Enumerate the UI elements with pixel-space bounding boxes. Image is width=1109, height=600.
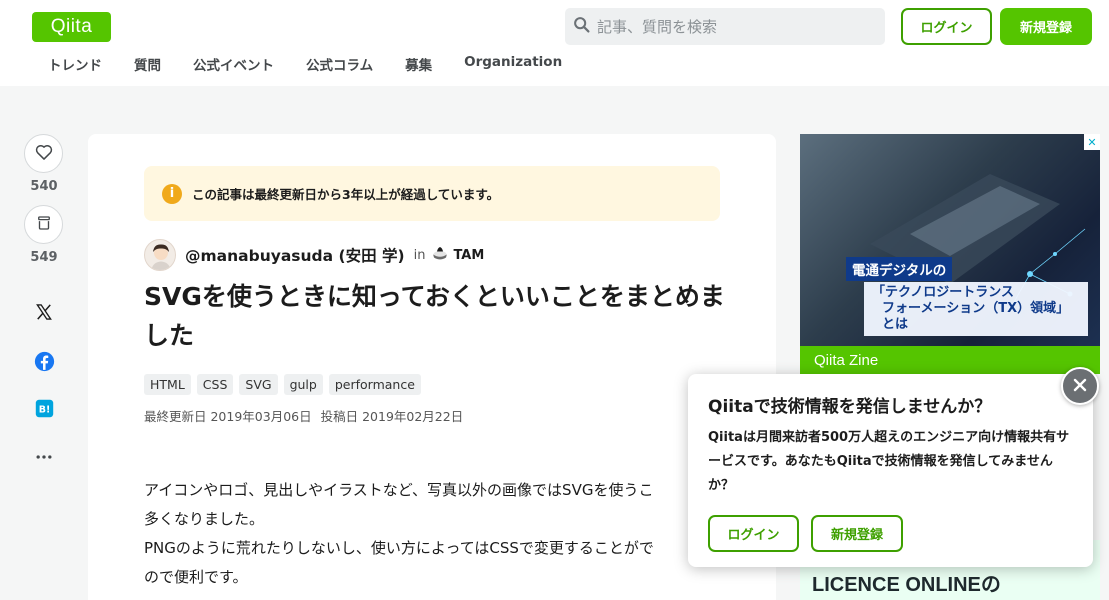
body-line: PNGのように荒れたりしないし、使い方によってはCSSで変更することがで <box>144 539 654 557</box>
ad-choices-icon[interactable]: ✕ <box>1084 134 1100 150</box>
nav-recruitment[interactable]: 募集 <box>405 54 432 78</box>
ad-subheadline: 「テクノロジートランス フォーメーション（TX）領域」とは <box>864 282 1088 336</box>
share-x-button[interactable] <box>24 302 64 326</box>
popup-login-button[interactable]: ログイン <box>708 515 799 552</box>
main-nav: トレンド 質問 公式イベント 公式コラム 募集 Organization <box>32 54 594 78</box>
stock-icon <box>35 214 53 236</box>
nav-official-events[interactable]: 公式イベント <box>193 54 274 78</box>
sidebar-ad[interactable]: ✕ 電通デジタルの 「テクノロジートランス フォーメーション（TX）領域」とは … <box>800 134 1100 374</box>
body-line: 多くなりました。 <box>144 510 265 528</box>
heart-icon <box>34 142 54 166</box>
body-line: アイコンやロゴ、見出しやイラストなど、写真以外の画像ではSVGを使うこ <box>144 481 654 499</box>
body-line: ので便利です。 <box>144 568 248 586</box>
stock-count: 549 <box>30 250 58 265</box>
author-name[interactable]: @manabuyasuda (安田 学) <box>185 244 405 266</box>
tag-css[interactable]: CSS <box>196 374 234 395</box>
site-header: Qiita ログイン 新規登録 トレンド 質問 公式イベント 公式コラム 募集 … <box>0 0 1109 86</box>
facebook-icon <box>34 351 55 376</box>
more-icon <box>34 447 54 471</box>
tag-svg[interactable]: SVG <box>239 374 278 395</box>
nav-organization[interactable]: Organization <box>464 54 562 78</box>
close-icon <box>1073 377 1087 396</box>
tag-performance[interactable]: performance <box>328 374 421 395</box>
article-body: アイコンやロゴ、見出しやイラストなど、写真以外の画像ではSVGを使うこ 多くなり… <box>144 476 692 592</box>
search-input[interactable] <box>597 17 867 36</box>
stock-button[interactable] <box>24 205 63 244</box>
article-title: SVGを使うときに知っておくといいことをまとめました <box>144 282 725 350</box>
popup-close-button[interactable] <box>1061 367 1099 405</box>
ad-subheadline-line: フォーメーション（TX）領域」とは <box>882 301 1070 332</box>
like-button[interactable] <box>24 134 63 173</box>
popup-signup-button[interactable]: 新規登録 <box>811 515 903 552</box>
organization-logo-icon[interactable] <box>431 244 449 266</box>
like-count: 540 <box>30 179 58 194</box>
organization-name[interactable]: TAM <box>453 248 484 263</box>
signup-popup: Qiitaで技術情報を発信しませんか？ Qiitaは月間来訪者500万人超えのエ… <box>688 374 1093 567</box>
article-dates: 最終更新日 2019年03月06日 投稿日 2019年02月22日 <box>144 406 472 425</box>
more-actions-button[interactable] <box>24 447 64 471</box>
info-icon: i <box>162 183 182 204</box>
search-box[interactable] <box>565 8 885 45</box>
updated-date: 最終更新日 2019年03月06日 <box>144 409 312 424</box>
article-card: i この記事は最終更新日から3年以上が経過しています。 @manabuyasud… <box>88 134 776 600</box>
popup-text: Qiitaは月間来訪者500万人超えのエンジニア向け情報共有サービスです。あなた… <box>708 430 1070 493</box>
nav-trend[interactable]: トレンド <box>48 54 102 78</box>
ad-background-image <box>870 174 1086 311</box>
signup-button[interactable]: 新規登録 <box>1000 8 1092 45</box>
ad-headline: 電通デジタルの <box>846 257 953 281</box>
nav-official-columns[interactable]: 公式コラム <box>306 54 373 78</box>
x-icon <box>34 302 54 326</box>
author-line: @manabuyasuda (安田 学) in TAM <box>144 239 484 271</box>
svg-text:B!: B! <box>38 404 50 415</box>
ad-subheadline-line: 「テクノロジートランス <box>872 285 1014 300</box>
search-icon <box>571 14 593 40</box>
qiita-logo[interactable]: Qiita <box>32 12 111 42</box>
login-button[interactable]: ログイン <box>901 8 992 45</box>
share-facebook-button[interactable] <box>24 351 64 376</box>
posted-date: 投稿日 2019年02月22日 <box>320 409 464 424</box>
tag-list: HTML CSS SVG gulp performance <box>144 374 427 395</box>
nav-questions[interactable]: 質問 <box>134 54 161 78</box>
hatena-bookmark-icon: B! <box>35 399 54 422</box>
author-in-label: in <box>413 247 426 263</box>
secondary-ad-text: LICENCE ONLINEの <box>812 574 1001 596</box>
tag-html[interactable]: HTML <box>144 374 191 395</box>
share-hatena-button[interactable]: B! <box>24 399 64 422</box>
author-avatar[interactable] <box>144 239 176 271</box>
qiita-zine-label: Qiita Zine <box>800 346 1100 374</box>
notice-text: この記事は最終更新日から3年以上が経過しています。 <box>192 187 500 202</box>
tag-gulp[interactable]: gulp <box>283 374 323 395</box>
outdated-notice: i この記事は最終更新日から3年以上が経過しています。 <box>144 166 720 221</box>
action-rail: 540 549 B! <box>24 134 64 459</box>
popup-title: Qiitaで技術情報を発信しませんか？ <box>708 397 992 417</box>
